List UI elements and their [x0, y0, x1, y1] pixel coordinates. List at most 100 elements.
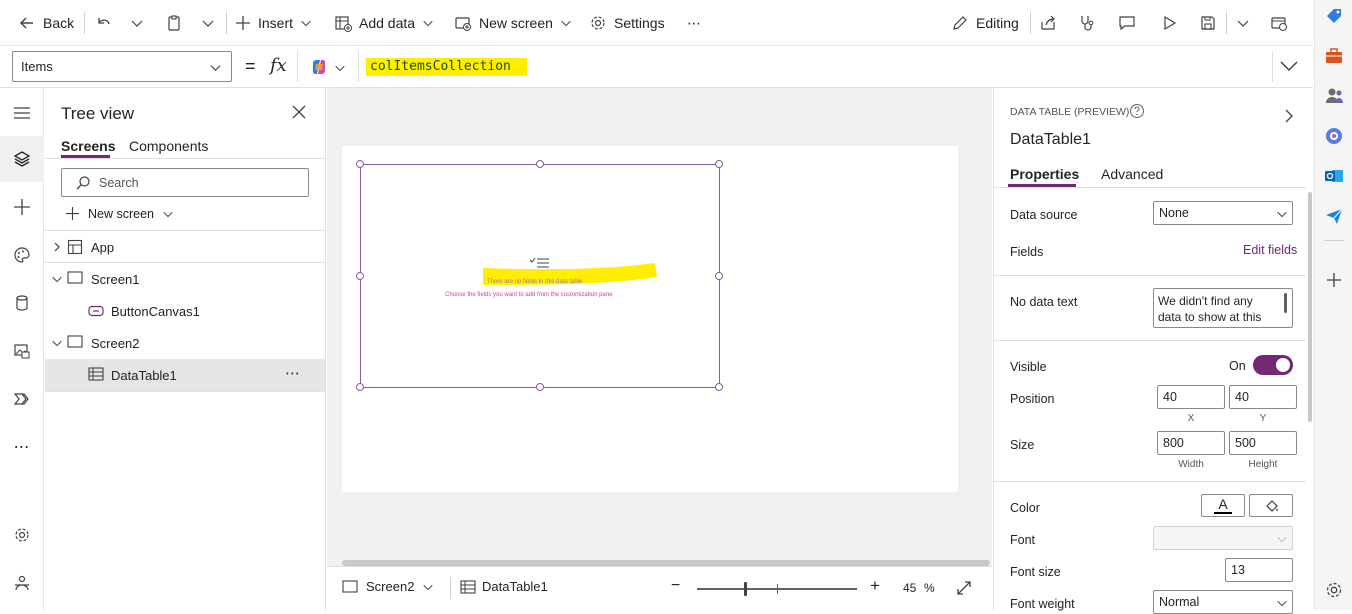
new-screen-button[interactable]: New screen — [454, 0, 572, 46]
resize-handle[interactable] — [715, 160, 723, 168]
new-screen-tree-button[interactable]: New screen — [65, 206, 174, 221]
tree-search-input[interactable]: Search — [61, 168, 309, 197]
font-dropdown[interactable] — [1153, 526, 1293, 550]
tab-components[interactable]: Components — [129, 138, 208, 154]
editing-button[interactable]: Editing — [951, 0, 1019, 46]
settings-button[interactable]: Settings — [589, 0, 665, 46]
height-input[interactable]: 500 — [1229, 431, 1297, 455]
tab-screens[interactable]: Screens — [61, 138, 115, 154]
tree-item-datatable1[interactable]: DataTable1 ⋯ — [45, 359, 325, 391]
add-data-button[interactable]: Add data — [334, 0, 434, 46]
outlook-icon[interactable] — [1324, 166, 1344, 186]
more-commands-button[interactable]: ⋯ — [687, 0, 701, 46]
y-position-input[interactable]: 40 — [1229, 385, 1297, 409]
paste-button[interactable] — [165, 0, 183, 46]
gear-icon[interactable] — [1324, 580, 1344, 600]
chevron-down-icon — [131, 20, 143, 27]
resize-handle[interactable] — [536, 383, 544, 391]
resize-handle[interactable] — [715, 383, 723, 391]
media-button[interactable] — [0, 328, 44, 374]
data-table-control[interactable]: There are no fields in this data table C… — [360, 164, 720, 388]
collapse-pane-button[interactable] — [1283, 108, 1295, 124]
tab-properties[interactable]: Properties — [1010, 166, 1079, 182]
preview-button[interactable] — [1160, 0, 1178, 46]
screen-selector[interactable]: Screen2 — [342, 579, 434, 594]
edit-fields-link[interactable]: Edit fields — [1243, 243, 1297, 257]
resize-handle[interactable] — [356, 272, 364, 280]
save-dropdown-button[interactable] — [1236, 0, 1250, 46]
paste-dropdown-button[interactable] — [201, 0, 215, 46]
share-button[interactable] — [1039, 0, 1057, 46]
people-icon[interactable] — [1324, 86, 1344, 106]
power-automate-button[interactable] — [0, 376, 44, 422]
zoom-slider[interactable] — [697, 582, 857, 596]
save-icon — [1201, 16, 1215, 30]
tree-view-title: Tree view — [61, 104, 135, 123]
close-icon — [292, 105, 306, 119]
insert-button[interactable]: Insert — [235, 0, 312, 46]
data-source-dropdown[interactable]: None — [1153, 201, 1293, 225]
font-weight-dropdown[interactable]: Normal — [1153, 590, 1293, 614]
hamburger-button[interactable] — [0, 90, 44, 136]
person-icon — [15, 575, 29, 591]
resize-handle[interactable] — [715, 272, 723, 280]
screen-icon — [342, 579, 358, 593]
virtual-agent-button[interactable] — [0, 560, 44, 606]
tag-icon[interactable] — [1324, 6, 1344, 26]
resize-handle[interactable] — [536, 160, 544, 168]
help-icon[interactable] — [1129, 103, 1145, 119]
send-icon[interactable] — [1324, 206, 1344, 226]
app-checker-button[interactable] — [1078, 0, 1096, 46]
property-dropdown[interactable]: Items — [12, 51, 232, 82]
zoom-slider-thumb[interactable] — [744, 582, 747, 596]
save-button[interactable] — [1199, 0, 1217, 46]
fill-color-button[interactable] — [1249, 494, 1293, 517]
chevron-down-icon — [1277, 600, 1287, 607]
copilot-app-icon[interactable] — [1324, 126, 1344, 146]
visible-toggle[interactable] — [1253, 355, 1293, 375]
close-tree-button[interactable] — [291, 104, 307, 120]
comments-button[interactable] — [1118, 0, 1136, 46]
zoom-in-button[interactable]: + — [870, 576, 880, 596]
font-size-input[interactable]: 13 — [1225, 558, 1293, 582]
tree-item-app[interactable]: App — [45, 231, 325, 263]
new-screen-tree-label: New screen — [88, 206, 154, 221]
more-tools-button[interactable]: ⋯ — [0, 424, 44, 470]
undo-dropdown-button[interactable] — [130, 0, 144, 46]
text-color-button[interactable]: A — [1201, 494, 1245, 517]
toolbox-icon[interactable] — [1324, 46, 1344, 66]
publish-button[interactable] — [1270, 0, 1288, 46]
resize-handle[interactable] — [356, 160, 364, 168]
tab-advanced[interactable]: Advanced — [1101, 166, 1163, 182]
zoom-out-button[interactable]: − — [671, 577, 680, 595]
expand-formula-button[interactable] — [1279, 58, 1299, 74]
formula-input[interactable]: colItemsCollection — [358, 51, 1273, 82]
no-data-text-input[interactable]: We didn't find any data to show at this — [1153, 288, 1293, 328]
fit-to-window-button[interactable] — [955, 579, 973, 597]
width-input[interactable]: 800 — [1157, 431, 1225, 455]
resize-handle[interactable] — [356, 383, 364, 391]
screen-canvas[interactable]: There are no fields in this data table C… — [342, 146, 958, 492]
data-button[interactable] — [0, 280, 44, 326]
no-data-text-label: No data text — [1010, 295, 1078, 309]
copilot-button[interactable] — [297, 51, 357, 82]
y-value: 40 — [1235, 390, 1249, 404]
insert-rail-button[interactable] — [0, 184, 44, 230]
data-source-value: None — [1159, 206, 1189, 220]
tree-item-more-button[interactable]: ⋯ — [285, 364, 300, 382]
tree-item-buttoncanvas1[interactable]: ButtonCanvas1 — [45, 295, 325, 327]
textarea-scrollbar[interactable] — [1284, 293, 1287, 313]
x-position-input[interactable]: 40 — [1157, 385, 1225, 409]
plus-icon[interactable] — [1324, 270, 1344, 290]
tree-item-screen1[interactable]: Screen1 — [45, 263, 325, 295]
back-button[interactable]: Back — [18, 0, 74, 46]
undo-button[interactable] — [94, 0, 112, 46]
undo-icon — [98, 18, 110, 25]
app-settings-button[interactable] — [0, 512, 44, 558]
theme-button[interactable] — [0, 232, 44, 278]
tree-view-button[interactable] — [0, 136, 44, 182]
control-selector[interactable]: DataTable1 — [460, 579, 548, 594]
properties-scrollbar[interactable] — [1308, 192, 1312, 422]
more-label: ⋯ — [687, 14, 701, 31]
tree-item-screen2[interactable]: Screen2 — [45, 327, 325, 359]
